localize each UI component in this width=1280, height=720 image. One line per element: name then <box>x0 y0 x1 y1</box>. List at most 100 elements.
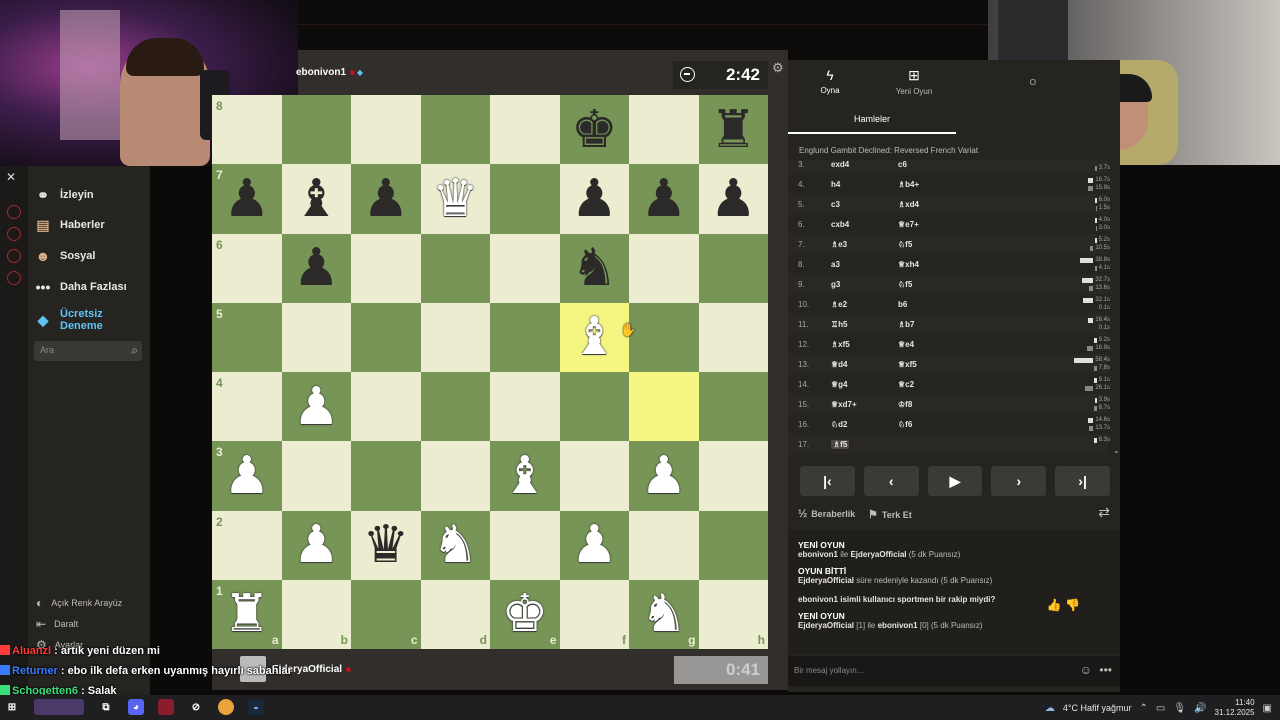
black-move[interactable]: ♗b4+ <box>898 180 919 189</box>
square-d5[interactable] <box>420 302 490 372</box>
sidebar-item-watch[interactable]: ⚭ İzleyin <box>34 186 94 204</box>
black-move[interactable]: ♔f8 <box>898 400 912 409</box>
square-b3[interactable] <box>281 441 351 511</box>
system-clock[interactable]: 11:40 31.12.2025 <box>1215 698 1255 718</box>
black-move[interactable]: ♕e7+ <box>898 220 919 229</box>
square-e2[interactable] <box>490 510 560 580</box>
volume-icon[interactable]: 🔊 <box>1194 703 1206 714</box>
square-d4[interactable] <box>420 372 490 442</box>
square-e7[interactable] <box>490 164 560 234</box>
square-g3[interactable]: ♟ <box>629 441 699 511</box>
square-a7[interactable]: 7 ♟ <box>212 164 282 234</box>
app-red-icon[interactable] <box>158 699 174 715</box>
square-c1[interactable]: c <box>351 579 421 649</box>
sidebar-item-more[interactable]: ••• Daha Fazlası <box>34 278 127 296</box>
board-settings-icon[interactable]: ⚙ <box>772 60 784 76</box>
task-view-icon[interactable]: ⧉ <box>98 699 114 715</box>
square-b6[interactable]: ♟ <box>281 233 351 303</box>
chat-user[interactable]: ebonivon1 <box>878 621 918 630</box>
square-a5[interactable]: 5 <box>212 302 282 372</box>
resign-button[interactable]: ⚑ Terk Et <box>868 508 912 521</box>
previous-move-button[interactable]: ‹ <box>863 466 919 496</box>
rail-clock-icon[interactable] <box>7 227 21 241</box>
square-a8[interactable]: 8 <box>212 95 282 165</box>
network-icon[interactable]: ▭ <box>1156 703 1165 714</box>
weather-text[interactable]: 4°C Hafif yağmur <box>1063 703 1132 713</box>
square-d7[interactable]: ♛ <box>420 164 490 234</box>
square-f2[interactable]: ♟ <box>559 510 629 580</box>
square-g5[interactable] <box>629 302 699 372</box>
square-b2[interactable]: ♟ <box>281 510 351 580</box>
stream-chat-user[interactable]: Aluanzl <box>12 645 51 657</box>
flip-board-icon[interactable]: ⇄ <box>1098 504 1110 521</box>
white-knight-piece[interactable]: ♞ <box>432 519 479 571</box>
more-options-icon[interactable]: ••• <box>1099 663 1112 677</box>
search-icon[interactable]: ⌕ <box>131 343 138 358</box>
white-pawn-piece[interactable]: ♟ <box>571 519 618 571</box>
mic-icon[interactable]: 🎙 <box>1173 703 1186 714</box>
white-move[interactable]: ♕d4 <box>831 360 848 369</box>
sidebar-collapse[interactable]: ⇤ Daralt <box>36 617 78 631</box>
chat-user[interactable]: EjderyaOfficial <box>850 550 906 559</box>
black-move[interactable]: ♕xh4 <box>898 260 919 269</box>
square-g1[interactable]: g ♞ <box>629 579 699 649</box>
square-f5[interactable]: ♝ <box>559 302 629 372</box>
square-g8[interactable] <box>629 95 699 165</box>
square-h7[interactable]: ♟ <box>698 164 768 234</box>
draw-button[interactable]: ½ Beraberlik <box>798 508 855 520</box>
rail-history-icon[interactable] <box>7 249 21 263</box>
square-h1[interactable]: h <box>698 579 768 649</box>
square-f4[interactable] <box>559 372 629 442</box>
square-e5[interactable] <box>490 302 560 372</box>
black-knight-piece[interactable]: ♞ <box>571 242 618 294</box>
square-h2[interactable] <box>698 510 768 580</box>
windows-start-icon[interactable]: ⊞ <box>4 699 20 715</box>
black-pawn-piece[interactable]: ♟ <box>710 173 757 225</box>
white-move[interactable]: ♕g4 <box>831 380 848 389</box>
white-bishop-piece[interactable]: ♝ <box>501 450 548 502</box>
square-a4[interactable]: 4 <box>212 372 282 442</box>
black-move[interactable]: ♗xd4 <box>898 200 919 209</box>
square-g4[interactable] <box>629 372 699 442</box>
black-move[interactable]: ♕xf5 <box>898 360 917 369</box>
square-g2[interactable] <box>629 510 699 580</box>
square-d1[interactable]: d <box>420 579 490 649</box>
white-king-piece[interactable]: ♚ <box>501 588 548 640</box>
black-move[interactable]: ♕c2 <box>898 380 914 389</box>
tab-new-game[interactable]: ⊞ Yeni Oyun <box>872 60 956 102</box>
square-e1[interactable]: e ♚ <box>490 579 560 649</box>
white-move[interactable]: ♗xf5 <box>831 340 850 349</box>
tab-play[interactable]: ϟ Oyna <box>788 60 872 102</box>
black-pawn-piece[interactable]: ♟ <box>293 242 340 294</box>
chevron-down-icon[interactable]: ⌄ <box>1113 446 1120 455</box>
rail-settings-icon[interactable] <box>7 271 21 285</box>
black-move[interactable]: ♕e4 <box>898 340 914 349</box>
stream-chat-user[interactable]: Returner <box>12 665 58 677</box>
white-bishop-piece[interactable]: ♝ <box>571 311 618 363</box>
square-c8[interactable] <box>351 95 421 165</box>
sidebar-light-theme[interactable]: ◐ Açık Renk Arayüz <box>36 596 122 610</box>
app-thumb-icon[interactable] <box>34 699 84 715</box>
close-icon[interactable]: ✕ <box>6 170 16 184</box>
square-a3[interactable]: 3 ♟ <box>212 441 282 511</box>
square-d2[interactable]: ♞ <box>420 510 490 580</box>
square-c2[interactable]: ♛ <box>351 510 421 580</box>
white-knight-piece[interactable]: ♞ <box>640 588 687 640</box>
sidebar-item-news[interactable]: ▤ Haberler <box>34 216 104 234</box>
square-f8[interactable]: ♚ <box>559 95 629 165</box>
square-h4[interactable] <box>698 372 768 442</box>
square-a1[interactable]: 1 a ♜ <box>212 579 282 649</box>
square-b4[interactable]: ♟ <box>281 372 351 442</box>
square-c5[interactable] <box>351 302 421 372</box>
white-move[interactable]: c3 <box>831 200 840 209</box>
black-king-piece[interactable]: ♚ <box>571 104 618 156</box>
black-move[interactable]: ♘f5 <box>898 240 912 249</box>
square-b8[interactable] <box>281 95 351 165</box>
white-move[interactable]: exd4 <box>831 160 849 169</box>
rail-circle-icon[interactable] <box>7 205 21 219</box>
thumbs-vote-icons[interactable]: 👍 👎 <box>1047 598 1080 612</box>
chat-user[interactable]: EjderyaOfficial <box>798 621 854 630</box>
white-move[interactable]: ♘d2 <box>831 420 848 429</box>
chat-user[interactable]: EjderyaOfficial <box>798 576 854 585</box>
square-e4[interactable] <box>490 372 560 442</box>
